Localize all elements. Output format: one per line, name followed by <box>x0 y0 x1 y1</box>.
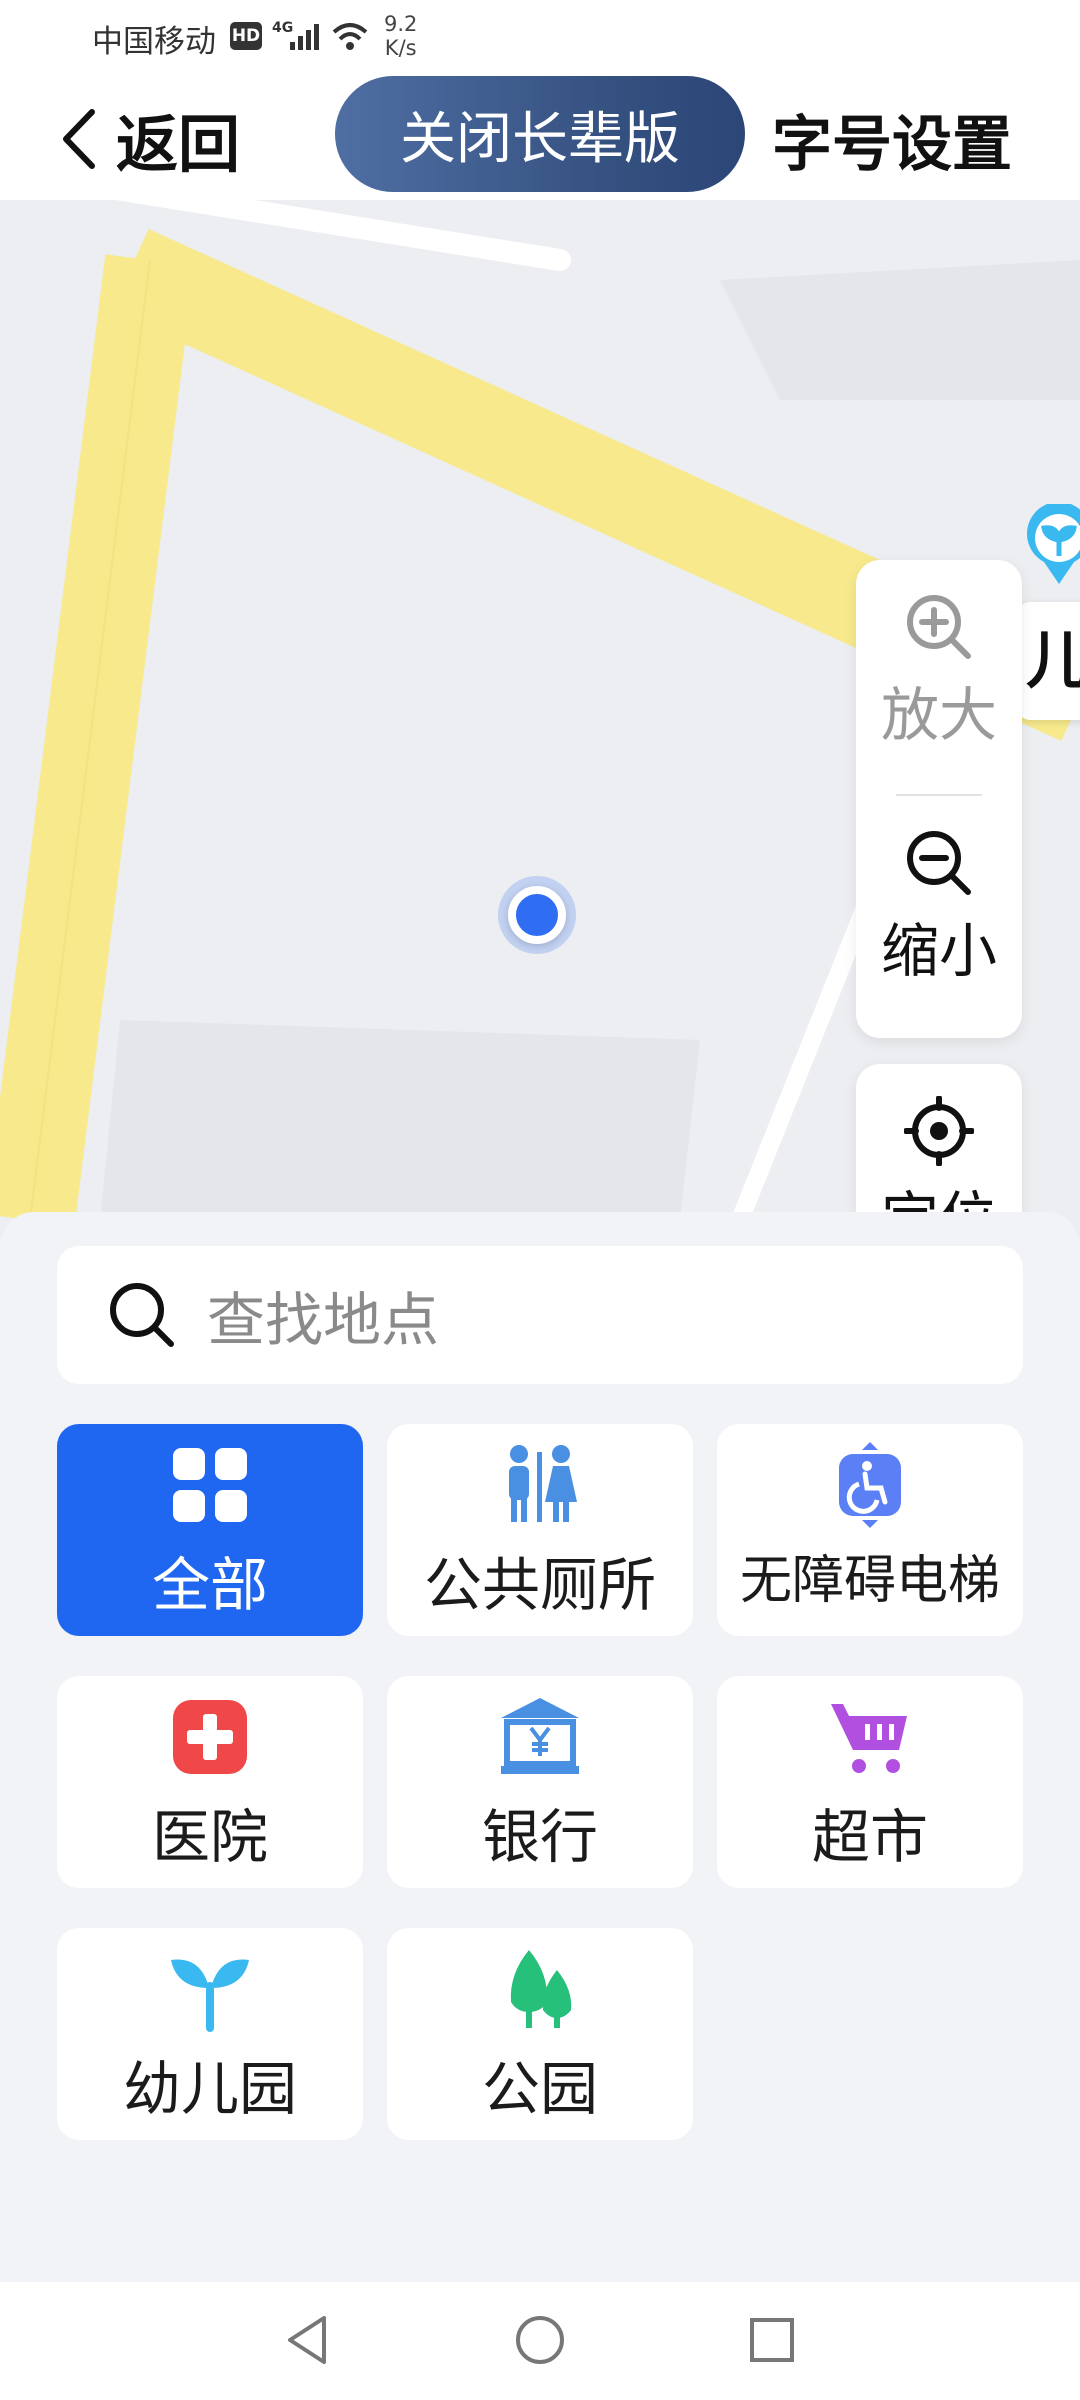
category-public-toilet[interactable]: 公共厕所 <box>387 1424 693 1636</box>
bank-icon <box>501 1698 579 1774</box>
grid-icon <box>173 1448 247 1522</box>
category-label: 公园 <box>481 2055 598 2123</box>
font-size-settings-button[interactable]: 字号设置 <box>772 96 1012 183</box>
kindergarten-poi-marker-icon[interactable] <box>1024 504 1080 588</box>
back-label: 返回 <box>116 108 241 181</box>
locate-button[interactable]: 定位 <box>856 1064 1022 1220</box>
status-bar: 中国移动 HD 4G 9.2 K/s <box>0 0 1080 76</box>
zoom-in-label: 放大 <box>880 681 997 749</box>
toilet-icon <box>509 1445 577 1522</box>
zoom-out-button[interactable]: 缩小 <box>856 796 1022 1036</box>
bottom-sheet: 查找地点 全部 公共厕所 无障碍电梯 医院 银行 超市 幼儿园 公园 <box>0 1212 1080 2282</box>
map-view[interactable]: 儿 放大 缩小 定位 <box>0 200 1080 1220</box>
nav-home-circle-icon[interactable] <box>512 2312 568 2368</box>
category-accessible-elevator[interactable]: 无障碍电梯 <box>717 1424 1023 1636</box>
hd-badge: HD <box>230 22 262 50</box>
chevron-left-icon <box>63 109 95 169</box>
tree-icon <box>510 1950 572 2028</box>
category-label: 全部 <box>151 1551 268 1619</box>
sprout-icon <box>171 1959 249 2032</box>
nav-recent-square-icon[interactable] <box>744 2312 800 2368</box>
signal-icon <box>290 24 319 50</box>
system-nav-bar <box>0 2282 1080 2400</box>
wifi-icon <box>332 23 368 50</box>
category-kindergarten[interactable]: 幼儿园 <box>57 1928 363 2140</box>
close-elder-mode-button[interactable]: 关闭长辈版 <box>335 76 745 192</box>
crosshair-icon <box>904 1096 974 1166</box>
category-label: 公共厕所 <box>423 1551 656 1619</box>
zoom-in-icon <box>907 595 971 659</box>
network-speed: 9.2 K/s <box>384 12 417 60</box>
cart-icon <box>831 1704 907 1773</box>
category-park[interactable]: 公园 <box>387 1928 693 2140</box>
current-location-dot <box>508 886 566 944</box>
accessible-elevator-icon <box>839 1442 901 1528</box>
poi-label[interactable]: 儿 <box>1018 602 1080 720</box>
search-placeholder: 查找地点 <box>207 1286 440 1354</box>
category-supermarket[interactable]: 超市 <box>717 1676 1023 1888</box>
back-button[interactable]: 返回 <box>58 94 240 184</box>
category-bank[interactable]: 银行 <box>387 1676 693 1888</box>
search-icon <box>110 1283 174 1347</box>
search-input[interactable]: 查找地点 <box>57 1246 1023 1384</box>
category-label: 医院 <box>151 1803 268 1871</box>
nav-back-triangle-icon[interactable] <box>280 2312 336 2368</box>
speed-unit: K/s <box>384 36 417 60</box>
category-hospital[interactable]: 医院 <box>57 1676 363 1888</box>
category-label: 幼儿园 <box>122 2055 297 2123</box>
carrier-name: 中国移动 <box>92 24 216 60</box>
zoom-out-icon <box>907 831 971 895</box>
category-label: 银行 <box>481 1803 598 1871</box>
category-all[interactable]: 全部 <box>57 1424 363 1636</box>
category-label: 无障碍电梯 <box>739 1551 1000 1611</box>
speed-value: 9.2 <box>384 12 418 36</box>
zoom-in-button[interactable]: 放大 <box>856 560 1022 790</box>
zoom-out-label: 缩小 <box>880 917 997 985</box>
category-label: 超市 <box>811 1803 928 1871</box>
hospital-icon <box>173 1700 247 1774</box>
zoom-control-panel: 放大 缩小 <box>856 560 1022 1038</box>
top-header: 返回 关闭长辈版 字号设置 <box>0 76 1080 200</box>
